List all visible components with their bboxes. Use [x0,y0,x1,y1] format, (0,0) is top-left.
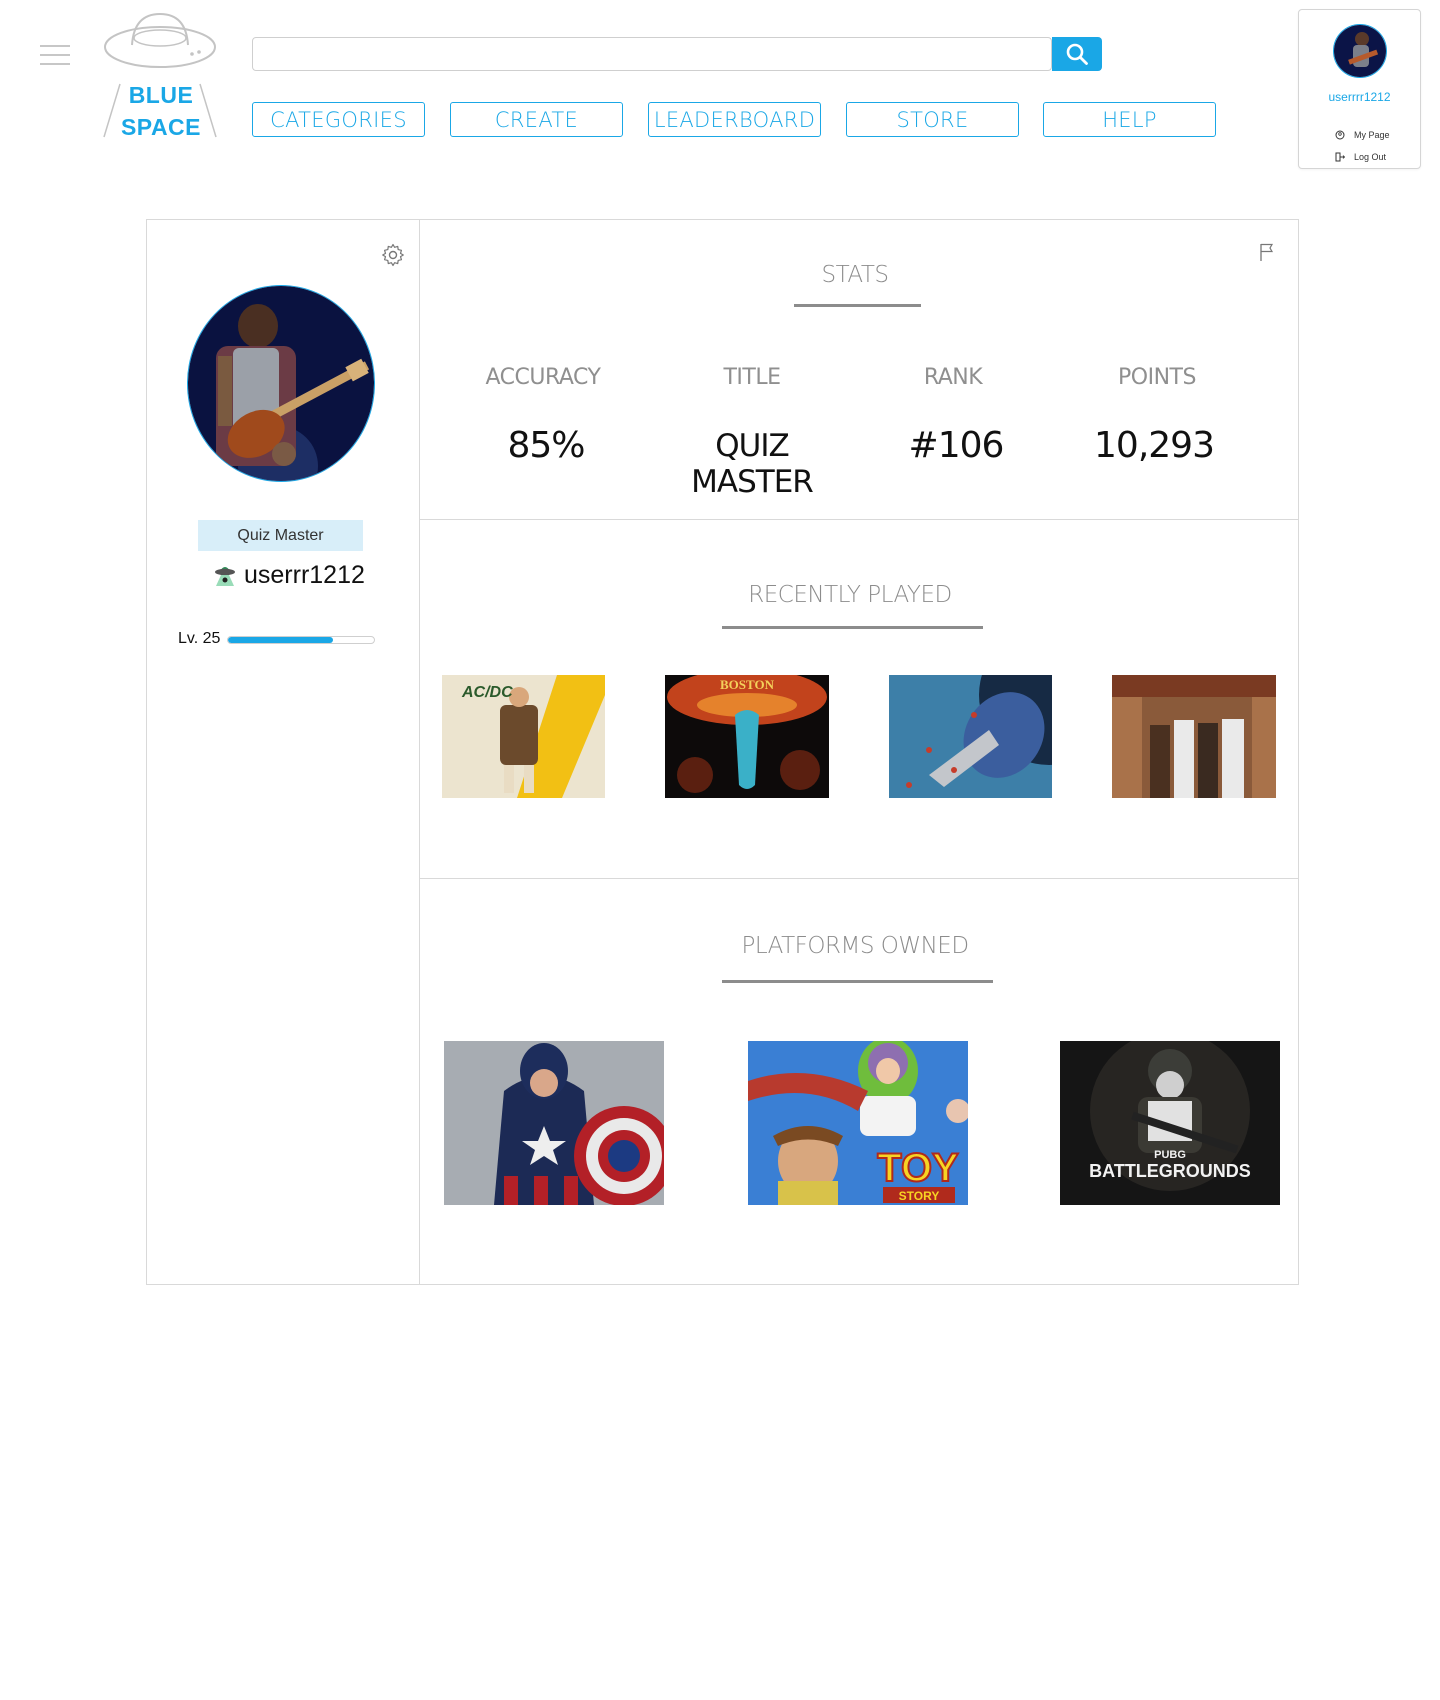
platform-2-text: TOY [877,1146,959,1190]
profile-username-text: userrr1212 [244,560,365,589]
platforms-owned-underline [722,980,993,983]
user-menu-card: userrrr1212 My Page Log Out [1298,9,1421,169]
profile-username: userrr1212 [214,558,365,592]
nav-store-button[interactable]: STORE [846,102,1019,137]
user-avatar-small[interactable] [1333,24,1387,78]
search-icon [1066,43,1088,65]
level-progress-fill [228,637,334,643]
user-circle-icon [1335,130,1345,140]
recent-album-1-text: AC/DC [461,684,513,701]
search-button[interactable] [1052,37,1102,71]
platform-3-subtext: BATTLEGROUNDS [1089,1161,1251,1181]
search-input[interactable] [261,42,1041,66]
stat-accuracy-label: ACCURACY [485,365,601,390]
platform-2[interactable]: TOY STORY [748,1041,968,1205]
platform-2-subtext: STORY [899,1189,940,1203]
stat-rank-label: RANK [923,365,983,390]
log-out-label: Log Out [1354,152,1387,162]
stat-points-label: POINTS [1118,365,1196,390]
stats-heading: STATS [821,262,889,288]
ufo-badge-icon [215,567,235,586]
stats-divider [420,519,1299,520]
profile-avatar[interactable] [187,285,375,482]
stat-title-value: QUIZ MASTER [691,428,814,500]
recent-album-4[interactable] [1112,675,1276,798]
report-flag-icon[interactable] [1258,242,1276,262]
logo-line2: SPACE [120,114,202,140]
level-progress-bar [227,636,375,644]
recently-played-heading: RECENTLY PLAYED [748,582,952,608]
recent-album-1[interactable]: AC/DC [442,675,605,798]
stat-accuracy-value: 85% [507,425,585,466]
nav-create-button[interactable]: CREATE [450,102,623,137]
nav-categories-button[interactable]: CATEGORIES [252,102,425,137]
level-label: Lv. 25 [178,630,221,647]
log-out-icon [1335,152,1345,162]
nav-leaderboard-button[interactable]: LEADERBOARD [648,102,821,137]
recent-album-2[interactable]: BOSTON [665,675,829,798]
blue-space-logo[interactable]: BLUE SPACE [102,12,220,142]
platforms-owned-heading: PLATFORMS OWNED [741,933,969,959]
stat-title-label: TITLE [723,365,781,390]
my-page-label: My Page [1354,130,1390,140]
log-out-link[interactable]: Log Out [1335,152,1386,162]
logo-line1: BLUE [128,82,194,108]
settings-gear-icon[interactable] [381,243,405,267]
my-page-link[interactable]: My Page [1335,130,1390,140]
hamburger-menu-icon[interactable] [40,45,70,65]
recent-album-2-text: BOSTON [720,677,775,692]
stat-rank-value: #106 [908,425,1005,466]
stats-underline [794,304,921,307]
search-field[interactable] [252,37,1052,71]
user-menu-username[interactable]: userrrr1212 [1299,90,1420,104]
platform-3[interactable]: PUBG BATTLEGROUNDS [1060,1041,1280,1205]
profile-title-badge: Quiz Master [198,520,363,551]
platform-3-text: PUBG [1154,1149,1186,1161]
platform-1[interactable] [444,1041,664,1205]
recent-divider [420,878,1299,879]
recently-played-underline [722,626,983,629]
nav-help-button[interactable]: HELP [1043,102,1216,137]
recent-album-3[interactable] [889,675,1052,798]
stat-points-value: 10,293 [1094,425,1215,466]
